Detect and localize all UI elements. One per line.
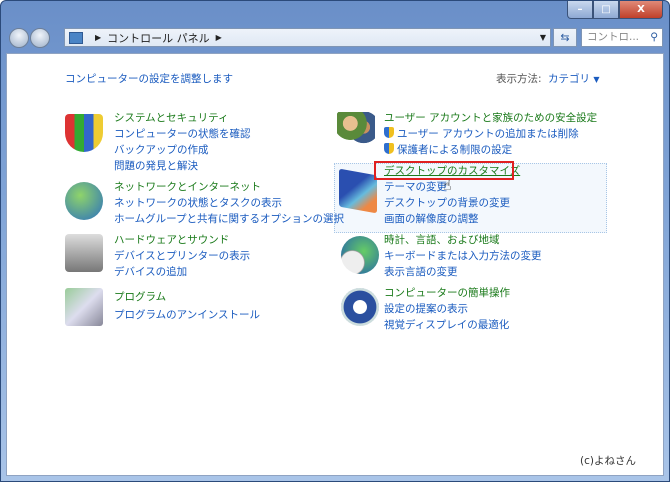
link[interactable]: 表示言語の変更 bbox=[384, 264, 458, 280]
link[interactable]: プログラムのアンインストール bbox=[114, 307, 260, 323]
address-bar[interactable]: ▶ コントロール パネル ▶ ▼ bbox=[64, 28, 551, 47]
link[interactable]: キーボードまたは入力方法の変更 bbox=[384, 248, 542, 264]
category-programs[interactable]: プログラム bbox=[114, 289, 166, 305]
view-dropdown[interactable]: カテゴリ ▼ bbox=[548, 71, 600, 88]
shield-icon bbox=[65, 114, 103, 152]
refresh-button[interactable]: ⇆ bbox=[553, 28, 577, 47]
breadcrumb-arrow-icon[interactable]: ▶ bbox=[216, 33, 222, 42]
link[interactable]: コンピューターの状態を確認 bbox=[114, 126, 251, 142]
link[interactable]: ネットワークの状態とタスクの表示 bbox=[114, 195, 282, 211]
nav-buttons bbox=[9, 28, 51, 48]
control-panel-window: – □ X ▶ コントロール パネル ▶ ▼ ⇆ コントロ... ⚲ コンピュータ… bbox=[0, 0, 670, 482]
minimize-button[interactable]: – bbox=[567, 1, 593, 19]
uac-shield-icon bbox=[384, 143, 394, 154]
forward-button[interactable] bbox=[30, 28, 50, 48]
chevron-down-icon: ▼ bbox=[593, 75, 600, 84]
category-hardware-sound[interactable]: ハードウェアとサウンド bbox=[114, 232, 229, 248]
category-network-internet[interactable]: ネットワークとインターネット bbox=[114, 179, 261, 195]
link[interactable]: 問題の発見と解決 bbox=[114, 158, 198, 174]
hand-cursor-icon: ☝ bbox=[443, 178, 452, 194]
link-text: 保護者による制限の設定 bbox=[397, 144, 513, 156]
link[interactable]: デバイスとプリンターの表示 bbox=[114, 248, 250, 264]
view-label: 表示方法: bbox=[496, 73, 542, 85]
link[interactable]: デバイスの追加 bbox=[114, 264, 187, 280]
breadcrumb-control-panel[interactable]: コントロール パネル bbox=[107, 30, 210, 46]
search-placeholder: コントロ... bbox=[587, 31, 640, 43]
category-system-security[interactable]: システムとセキュリティ bbox=[114, 110, 229, 126]
category-clock-language-region[interactable]: 時計、言語、および地域 bbox=[384, 232, 500, 248]
back-button[interactable] bbox=[9, 28, 29, 48]
ease-of-access-icon bbox=[341, 288, 379, 326]
close-button[interactable]: X bbox=[619, 1, 663, 19]
control-panel-icon bbox=[69, 31, 83, 44]
link[interactable]: ユーザー アカウントの追加または削除 bbox=[384, 126, 579, 142]
category-ease-of-access[interactable]: コンピューターの簡単操作 bbox=[384, 285, 510, 301]
link[interactable]: ホームグループと共有に関するオプションの選択 bbox=[114, 211, 344, 227]
link[interactable]: 画面の解像度の調整 bbox=[384, 211, 479, 227]
link-text: ユーザー アカウントの追加または削除 bbox=[397, 128, 579, 140]
search-input[interactable]: コントロ... ⚲ bbox=[581, 28, 663, 47]
clock-globe-icon bbox=[341, 236, 379, 274]
view-value: カテゴリ bbox=[548, 73, 590, 85]
network-globe-icon bbox=[65, 182, 103, 220]
programs-icon bbox=[65, 288, 103, 326]
uac-shield-icon bbox=[384, 127, 394, 138]
link[interactable]: 視覚ディスプレイの最適化 bbox=[384, 317, 509, 333]
link[interactable]: 保護者による制限の設定 bbox=[384, 142, 512, 158]
search-icon[interactable]: ⚲ bbox=[650, 29, 658, 46]
link[interactable]: 設定の提案の表示 bbox=[384, 301, 468, 317]
page-title: コンピューターの設定を調整します bbox=[65, 73, 233, 85]
link[interactable]: デスクトップの背景の変更 bbox=[384, 195, 510, 211]
desktop-personalization-icon bbox=[339, 168, 377, 214]
maximize-button[interactable]: □ bbox=[593, 1, 619, 19]
printer-icon bbox=[65, 234, 103, 272]
link[interactable]: バックアップの作成 bbox=[114, 142, 209, 158]
content-pane: コンピューターの設定を調整します 表示方法: カテゴリ ▼ システムとセキュリテ… bbox=[6, 53, 664, 476]
breadcrumb-arrow-icon[interactable]: ▶ bbox=[95, 33, 101, 42]
user-accounts-icon bbox=[337, 112, 375, 150]
caption-buttons: – □ X bbox=[567, 1, 663, 19]
link[interactable]: テーマの変更 bbox=[384, 179, 447, 195]
watermark: (c)よねさん bbox=[580, 455, 636, 467]
category-user-accounts[interactable]: ユーザー アカウントと家族のための安全設定 bbox=[384, 110, 597, 126]
chevron-down-icon[interactable]: ▼ bbox=[540, 33, 546, 42]
